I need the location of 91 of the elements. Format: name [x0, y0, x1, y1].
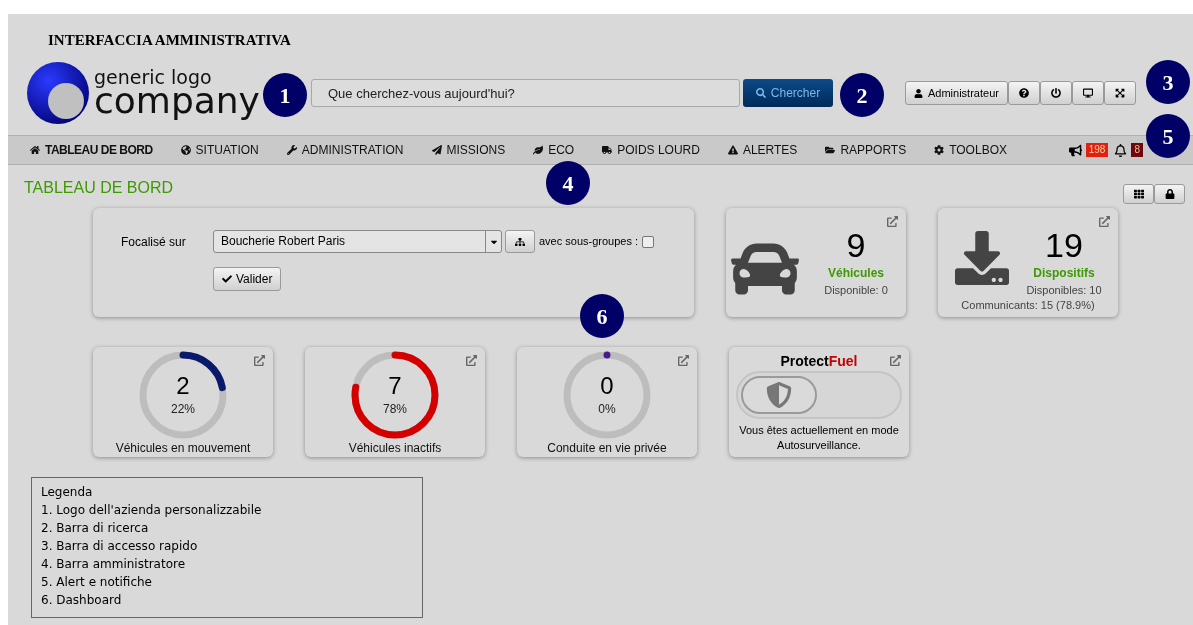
- nav-tab[interactable]: TOOLBOX: [934, 141, 1007, 159]
- monitor-button[interactable]: [1071, 81, 1104, 105]
- legend-item: 5. Alert e notifiche: [41, 574, 153, 591]
- truck-icon: [602, 145, 613, 155]
- callout-marker: 5: [1146, 114, 1190, 158]
- protectfuel-message: Vous êtes actuellement en mode Autosurveillance.: [738, 423, 900, 453]
- legend-item: 6. Dashboard: [41, 592, 123, 609]
- hierarchy-icon: [515, 236, 525, 247]
- external-link-icon[interactable]: [254, 355, 265, 366]
- stat-title: Dispositifs: [1033, 265, 1095, 282]
- gauge-percent: 22%: [171, 400, 195, 418]
- gauge-label: Véhicules en mouvement: [115, 440, 251, 457]
- gauge-number: 0: [600, 371, 614, 400]
- download-icon: [955, 231, 1009, 285]
- user-icon: [914, 88, 923, 98]
- external-link-icon[interactable]: [887, 216, 898, 227]
- grid-button[interactable]: [1123, 184, 1154, 204]
- nav-tab[interactable]: TABLEAU DE BORD: [30, 141, 153, 159]
- callout-marker: 4: [546, 161, 590, 205]
- gauge-percent: 78%: [383, 400, 407, 418]
- nav-tab[interactable]: SITUATION: [180, 141, 259, 159]
- toggle-switch[interactable]: [736, 371, 902, 419]
- external-link-icon[interactable]: [1099, 216, 1110, 227]
- stat-detail: Disponibles: 10: [1026, 283, 1102, 298]
- stat-number: 9: [846, 226, 866, 264]
- power-icon: [1050, 88, 1061, 98]
- page-title: TABLEAU DE BORD: [24, 178, 174, 198]
- callout-marker: 1: [263, 73, 307, 117]
- power-button[interactable]: [1039, 81, 1072, 105]
- legend-item: 3. Barra di accesso rapido: [41, 538, 199, 555]
- nav-tab[interactable]: RAPPORTS: [825, 141, 907, 159]
- legend-item: 4. Barra amministratore: [41, 556, 187, 573]
- gear-icon: [934, 145, 945, 155]
- grid-icon: [1133, 189, 1144, 199]
- stat-detail: Disponible: 0: [824, 283, 888, 298]
- gauge-percent: 0%: [598, 400, 616, 418]
- folder-icon: [825, 145, 836, 155]
- nav-tab[interactable]: MISSIONS: [431, 141, 506, 159]
- legend-title: Legenda: [41, 484, 94, 501]
- nav-tab[interactable]: ADMINISTRATION: [286, 141, 404, 159]
- shield-icon: [766, 382, 792, 408]
- badge: 198: [1085, 143, 1109, 157]
- stat-detail: Communicants: 15 (78.9%): [960, 298, 1096, 313]
- legend-item: 1. Logo dell'azienda personalizzabile: [41, 502, 263, 519]
- external-link-icon[interactable]: [466, 355, 477, 366]
- stat-title: Véhicules: [828, 265, 884, 282]
- external-link-icon[interactable]: [678, 355, 689, 366]
- home-icon: [30, 145, 40, 155]
- fullscreen-icon: [1114, 88, 1125, 98]
- lock-button[interactable]: [1154, 184, 1185, 204]
- group-select[interactable]: Boucherie Robert Paris: [213, 230, 502, 253]
- help-icon: [1018, 88, 1029, 98]
- brand-name: ProtectFuel: [780, 353, 858, 369]
- callout-marker: 6: [580, 294, 624, 338]
- callout-marker: 3: [1146, 60, 1190, 104]
- logo-icon: [26, 61, 90, 125]
- gauge-label: Conduite en vie privée: [547, 440, 667, 457]
- subgroups-checkbox[interactable]: [642, 235, 655, 248]
- warning-icon: [727, 145, 738, 155]
- paper-plane-icon: [431, 145, 442, 155]
- lock-icon: [1164, 189, 1175, 199]
- nav-tab[interactable]: ALERTES: [727, 141, 798, 159]
- search-field[interactable]: Que cherchez-vous aujourd'hui?: [311, 79, 740, 107]
- check-icon: [222, 274, 232, 284]
- megaphone-icon[interactable]: [1068, 143, 1082, 157]
- focus-label: Focalisé sur: [121, 233, 187, 251]
- globe-icon: [180, 145, 191, 155]
- hierarchy-button[interactable]: [505, 230, 535, 253]
- nav-tab[interactable]: ECO: [533, 141, 575, 159]
- gauge-number: 2: [176, 371, 190, 400]
- select-value: Boucherie Robert Paris: [220, 233, 347, 250]
- legend-item: 2. Barra di ricerca: [41, 520, 150, 537]
- stat-number: 19: [1045, 226, 1083, 264]
- user-button[interactable]: Administrateur: [905, 81, 1008, 105]
- leaf-icon: [533, 145, 544, 155]
- monitor-icon: [1082, 88, 1093, 98]
- nav-tab[interactable]: POIDS LOURD: [602, 141, 700, 159]
- wrench-icon: [286, 145, 297, 155]
- fullscreen-button[interactable]: [1103, 81, 1136, 105]
- gauge-label: Véhicules inactifs: [348, 440, 442, 457]
- help-button[interactable]: [1007, 81, 1040, 105]
- subgroups-label: avec sous-groupes :: [539, 234, 639, 250]
- search-button[interactable]: Chercher: [743, 79, 833, 107]
- badge: 8: [1131, 143, 1143, 157]
- external-link-icon[interactable]: [890, 355, 901, 366]
- gauge-number: 7: [388, 371, 402, 400]
- search-icon: [755, 88, 766, 98]
- bell-icon[interactable]: [1114, 143, 1128, 157]
- validate-button[interactable]: Valider: [213, 267, 282, 291]
- document-title: INTERFACCIA AMMINISTRATIVA: [48, 32, 291, 48]
- callout-marker: 2: [840, 73, 884, 117]
